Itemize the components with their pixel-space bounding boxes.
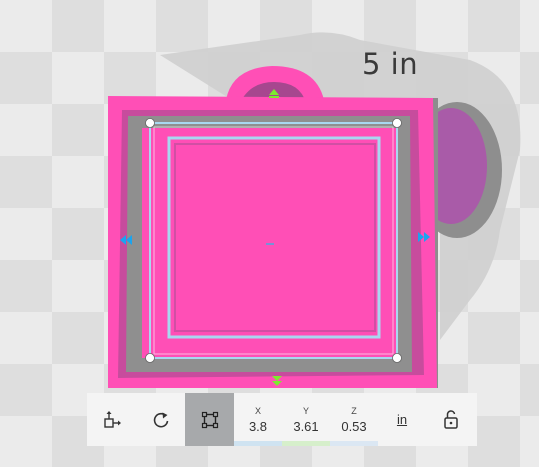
handle-top-left[interactable]	[145, 118, 155, 128]
x-dimension-field[interactable]: X 3.8	[234, 393, 282, 446]
z-dimension-field[interactable]: Z 0.53	[330, 393, 378, 446]
lock-open-icon	[442, 409, 460, 430]
transform-toolbar: X 3.8 Y 3.61 Z 0.53 in	[87, 393, 477, 446]
3d-viewport[interactable]: 5 in X 3.8 Y 3.61 Z 0.53 in	[0, 0, 539, 467]
handle-bottom-right[interactable]	[392, 353, 402, 363]
z-value: 0.53	[341, 418, 367, 434]
x-axis-bar	[234, 441, 282, 446]
scale-icon	[201, 411, 219, 429]
handle-bottom-left[interactable]	[145, 353, 155, 363]
x-value: 3.8	[248, 418, 268, 434]
lock-proportions-button[interactable]	[426, 393, 475, 446]
dimension-label: 5 in	[362, 47, 419, 81]
inner-plate[interactable]	[142, 128, 396, 358]
y-value: 3.61	[293, 418, 319, 434]
rotate-button[interactable]	[136, 393, 185, 446]
rotate-icon	[152, 411, 170, 429]
y-axis-label: Y	[302, 405, 309, 416]
z-axis-label: Z	[351, 405, 357, 416]
move-button[interactable]	[87, 393, 136, 446]
z-axis-bar	[330, 441, 378, 446]
move-icon	[103, 410, 121, 429]
y-dimension-field[interactable]: Y 3.61	[282, 393, 330, 446]
handle-top-right[interactable]	[392, 118, 402, 128]
scale-button[interactable]	[185, 393, 234, 446]
y-axis-bar	[282, 441, 330, 446]
unit-toggle[interactable]: in	[378, 393, 426, 446]
x-axis-label: X	[254, 405, 261, 416]
